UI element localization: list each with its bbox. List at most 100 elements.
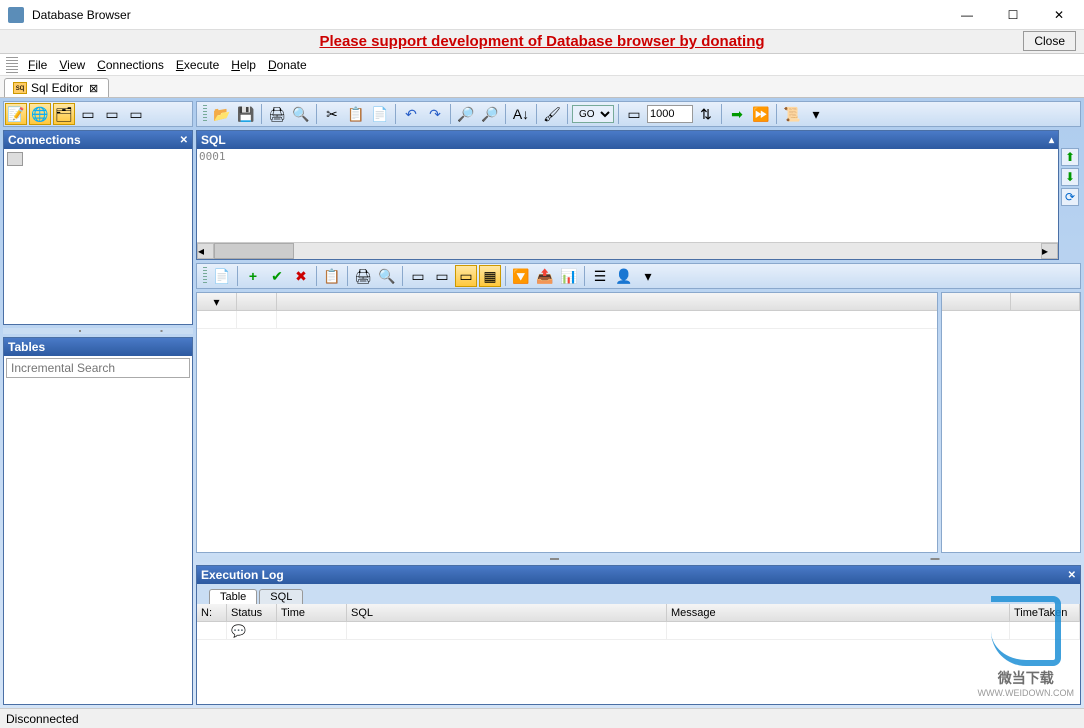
col-status[interactable]: Status <box>227 604 277 621</box>
page-icon[interactable]: ▭ <box>623 103 645 125</box>
view4-icon[interactable]: ▦ <box>479 265 501 287</box>
sql-collapse-icon[interactable]: ▴ <box>1049 135 1054 146</box>
sql-editor[interactable]: 0001 <box>197 149 1058 242</box>
limit-toggle-icon[interactable]: ⇅ <box>695 103 717 125</box>
view1-icon[interactable]: ▭ <box>407 265 429 287</box>
execlog-close-icon[interactable]: ✕ <box>1068 570 1076 581</box>
view3-icon[interactable]: ▭ <box>455 265 477 287</box>
redo-icon[interactable]: ↷ <box>424 103 446 125</box>
print-results-icon[interactable]: 🖨 <box>352 265 374 287</box>
toolbar-grip[interactable] <box>203 105 207 123</box>
view-pane2-icon[interactable]: ▭ <box>101 103 123 125</box>
connections-list[interactable] <box>4 149 192 324</box>
open-icon[interactable]: 📂 <box>211 103 233 125</box>
run-all-icon[interactable]: ⏩ <box>750 103 772 125</box>
banner-close-button[interactable]: Close <box>1023 31 1076 51</box>
sql-title: SQL <box>201 133 226 147</box>
print-icon[interactable]: 🖨 <box>266 103 288 125</box>
execlog-tab-table[interactable]: Table <box>209 589 257 604</box>
find-next-icon[interactable]: 🔎 <box>479 103 501 125</box>
paste-icon[interactable]: 📄 <box>369 103 391 125</box>
save-icon[interactable]: 💾 <box>235 103 257 125</box>
sql-h-scrollbar[interactable]: ◂▸ <box>197 242 1058 259</box>
format-icon[interactable]: 🖌 <box>541 103 563 125</box>
h-splitter[interactable] <box>3 328 193 334</box>
cut-icon[interactable]: ✂ <box>321 103 343 125</box>
maximize-button[interactable]: ☐ <box>990 0 1036 30</box>
left-toolbar: 📝 🌐 🗂 ▭ ▭ ▭ <box>3 101 193 127</box>
donate-link[interactable]: Please support development of Database b… <box>319 33 764 50</box>
view-pane3-icon[interactable]: ▭ <box>125 103 147 125</box>
preview-results-icon[interactable]: 🔍 <box>376 265 398 287</box>
col-timetaken[interactable]: TimeTaken <box>1010 604 1080 621</box>
refresh-icon[interactable]: ⟳ <box>1061 188 1079 206</box>
menubar-grip[interactable] <box>6 57 18 73</box>
view-sql-icon[interactable]: 📝 <box>5 103 27 125</box>
sql-textarea[interactable] <box>197 149 1058 242</box>
limit-input[interactable] <box>647 105 693 123</box>
minimize-button[interactable]: — <box>944 0 990 30</box>
more2-icon[interactable]: ▾ <box>637 265 659 287</box>
col-message[interactable]: Message <box>667 604 1010 621</box>
results-splitter[interactable] <box>196 556 1081 562</box>
filter-icon[interactable]: 🔽 <box>510 265 532 287</box>
col-sql[interactable]: SQL <box>347 604 667 621</box>
execlog-table[interactable]: N: Status Time SQL Message TimeTaken 💬 <box>197 604 1080 704</box>
sql-side-buttons: ⬆ ⬇ ⟳ <box>1061 130 1081 260</box>
view2-icon[interactable]: ▭ <box>431 265 453 287</box>
view-pane1-icon[interactable]: ▭ <box>77 103 99 125</box>
execlog-tabs: Table SQL <box>197 584 1080 604</box>
col-n[interactable]: N: <box>197 604 227 621</box>
delete-row-icon[interactable]: ✖ <box>290 265 312 287</box>
more-icon[interactable]: ▾ <box>805 103 827 125</box>
history-up-icon[interactable]: ⬆ <box>1061 148 1079 166</box>
grid-corner[interactable]: ▾ <box>197 293 237 310</box>
excel-icon[interactable]: 📊 <box>558 265 580 287</box>
tab-sql-editor[interactable]: sq Sql Editor ⊠ <box>4 78 109 97</box>
status-text: Disconnected <box>6 712 79 726</box>
col-time[interactable]: Time <box>277 604 347 621</box>
print-preview-icon[interactable]: 🔍 <box>290 103 312 125</box>
menu-help[interactable]: Help <box>225 56 262 74</box>
tab-close-icon[interactable]: ⊠ <box>87 82 100 95</box>
menu-view[interactable]: View <box>53 56 91 74</box>
results-grid[interactable]: ▾ <box>196 292 938 553</box>
execlog-tab-sql[interactable]: SQL <box>259 589 303 604</box>
menu-execute[interactable]: Execute <box>170 56 225 74</box>
results-grip[interactable] <box>203 267 207 285</box>
close-window-button[interactable]: ✕ <box>1036 0 1082 30</box>
log-row[interactable]: 💬 <box>197 622 1080 640</box>
copy-icon[interactable]: 📋 <box>345 103 367 125</box>
undo-icon[interactable]: ↶ <box>400 103 422 125</box>
export-icon[interactable]: 📤 <box>534 265 556 287</box>
menu-donate[interactable]: Donate <box>262 56 313 74</box>
go-dropdown[interactable]: GO <box>572 105 614 123</box>
menu-file[interactable]: File <box>22 56 53 74</box>
columns-icon[interactable]: ☰ <box>589 265 611 287</box>
tables-search-input[interactable] <box>6 358 190 378</box>
grid-header: ▾ <box>197 293 937 311</box>
grid-row[interactable] <box>197 311 937 329</box>
script-icon[interactable]: 📜 <box>781 103 803 125</box>
donate-banner: Please support development of Database b… <box>0 30 1084 54</box>
find-icon[interactable]: 🔎 <box>455 103 477 125</box>
add-row-icon[interactable]: + <box>242 265 264 287</box>
view-layout-icon[interactable]: 🗂 <box>53 103 75 125</box>
app-icon <box>8 7 24 23</box>
copy-rows-icon[interactable]: 📋 <box>321 265 343 287</box>
execution-log-panel: Execution Log ✕ Table SQL N: Status Time … <box>196 565 1081 705</box>
menu-connections[interactable]: Connections <box>91 56 170 74</box>
sort-icon[interactable]: A↓ <box>510 103 532 125</box>
history-down-icon[interactable]: ⬇ <box>1061 168 1079 186</box>
view-globe-icon[interactable]: 🌐 <box>29 103 51 125</box>
run-icon[interactable]: ➡ <box>726 103 748 125</box>
connection-item[interactable] <box>6 151 190 167</box>
user-icon[interactable]: 👤 <box>613 265 635 287</box>
commit-icon[interactable]: 📄 <box>211 265 233 287</box>
connections-close-icon[interactable]: ✕ <box>180 135 188 146</box>
execlog-title: Execution Log <box>201 568 284 582</box>
grid-col[interactable] <box>237 293 277 310</box>
main-workspace: 📝 🌐 🗂 ▭ ▭ ▭ 📂 💾 🖨 🔍 ✂ 📋 📄 ↶ ↷ 🔎 🔎 A <box>0 98 1084 708</box>
side-grid[interactable] <box>941 292 1081 553</box>
apply-icon[interactable]: ✔ <box>266 265 288 287</box>
